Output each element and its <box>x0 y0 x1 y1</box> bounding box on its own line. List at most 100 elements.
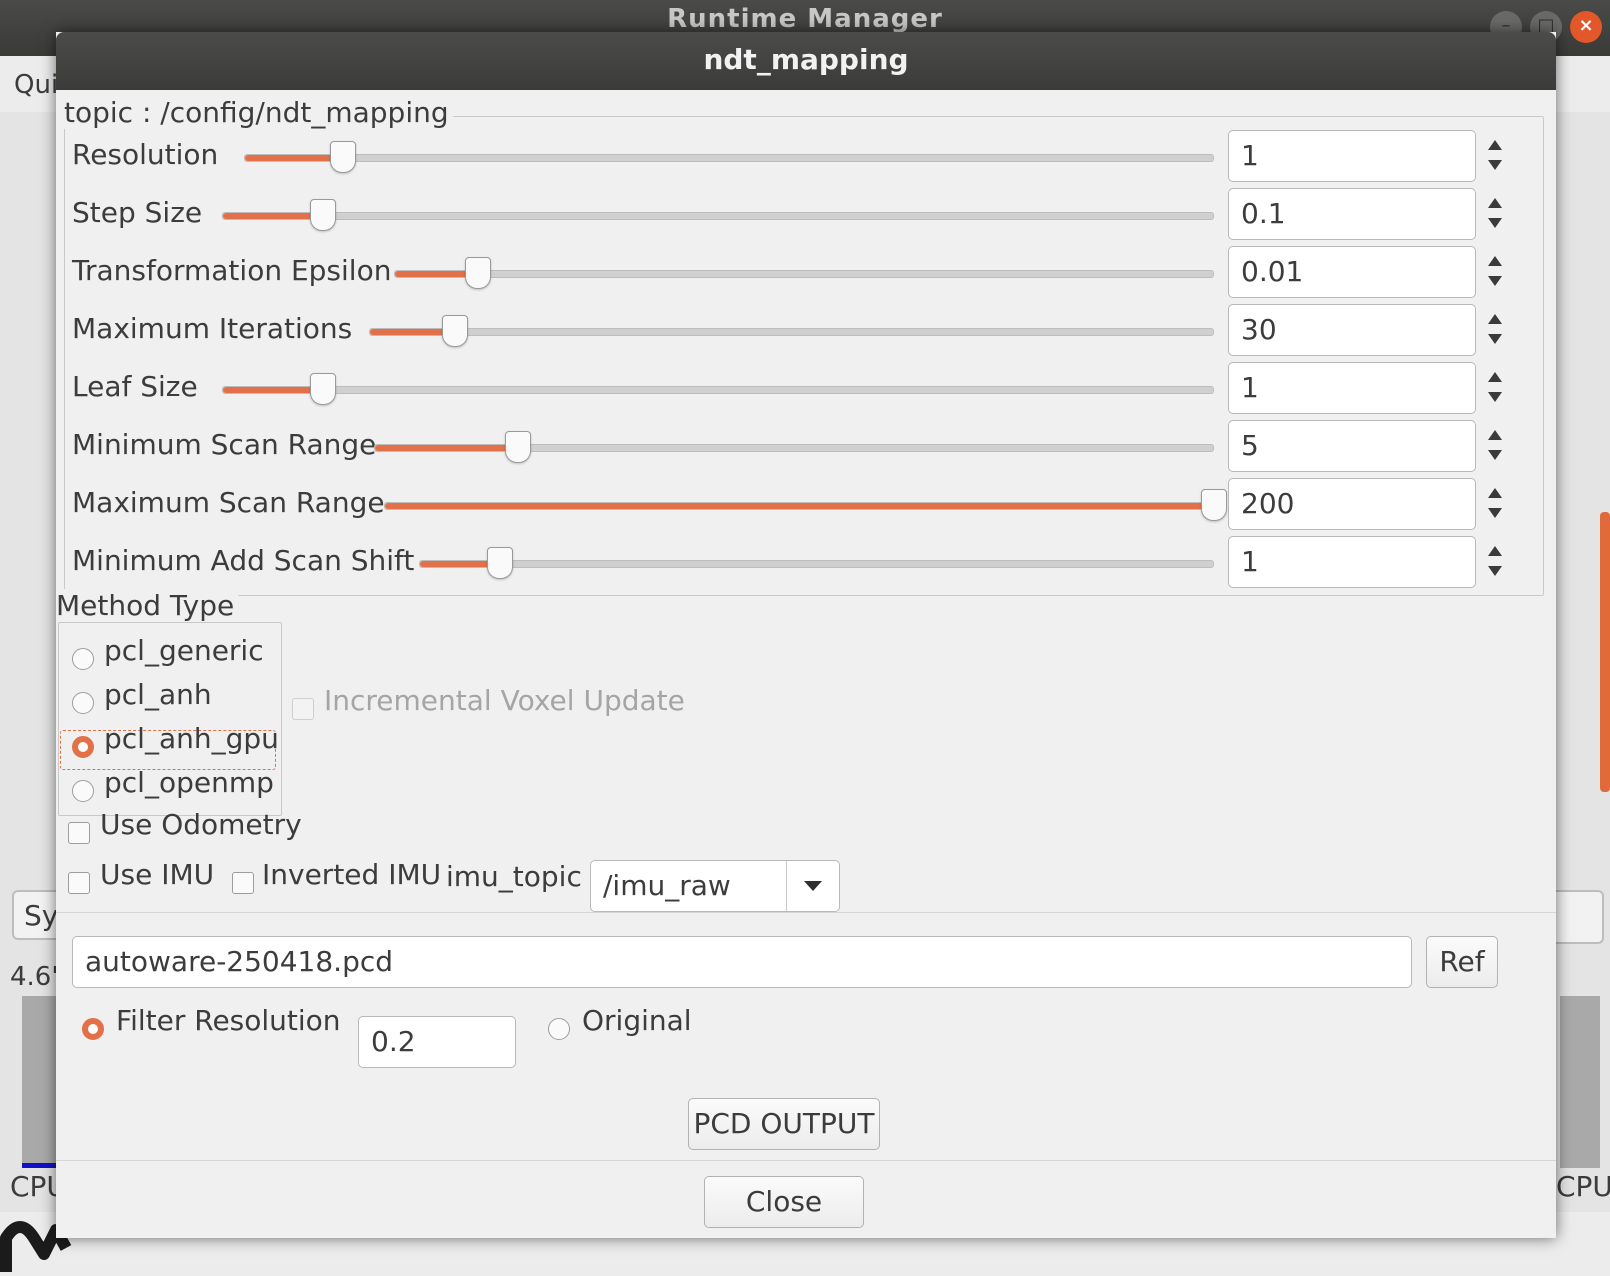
param-slider-handle[interactable] <box>464 257 491 289</box>
spin-down-icon[interactable] <box>1488 566 1502 576</box>
radio-original[interactable] <box>548 1018 570 1040</box>
spin-up-icon[interactable] <box>1488 256 1502 266</box>
param-slider-fill <box>385 503 1213 509</box>
param-label: Leaf Size <box>72 370 198 403</box>
imu-topic-combobox[interactable]: /imu_raw <box>590 860 840 912</box>
spin-down-icon[interactable] <box>1488 334 1502 344</box>
param-slider[interactable] <box>222 199 1214 231</box>
close-button[interactable]: Close <box>704 1176 864 1228</box>
param-value-input[interactable]: 200 <box>1228 478 1476 530</box>
pcd-file-input[interactable]: autoware-250418.pcd <box>72 936 1412 988</box>
param-value-input[interactable]: 0.01 <box>1228 246 1476 298</box>
param-slider[interactable] <box>384 489 1227 521</box>
spin-arrows-icon[interactable] <box>1486 308 1504 352</box>
spin-arrows-icon[interactable] <box>1486 250 1504 294</box>
separator <box>56 1160 1556 1161</box>
spin-down-icon[interactable] <box>1488 218 1502 228</box>
spin-arrows-icon[interactable] <box>1486 424 1504 468</box>
param-slider-fill <box>223 213 322 219</box>
chevron-down-icon[interactable] <box>786 861 839 911</box>
param-value-input[interactable]: 1 <box>1228 362 1476 414</box>
param-slider[interactable] <box>244 141 1214 173</box>
radio-pcl-anh[interactable] <box>72 692 94 714</box>
use-imu-checkbox[interactable] <box>68 872 90 894</box>
radio-pcl-generic[interactable] <box>72 648 94 670</box>
param-slider[interactable] <box>369 315 1214 347</box>
param-value-input[interactable]: 1 <box>1228 536 1476 588</box>
use-odometry-label: Use Odometry <box>100 808 302 841</box>
spin-up-icon[interactable] <box>1488 430 1502 440</box>
radio-pcl-generic-label: pcl_generic <box>104 634 264 667</box>
radio-pcl-anh-gpu[interactable] <box>72 736 94 758</box>
filter-resolution-label: Filter Resolution <box>116 1004 341 1037</box>
dialog-titlebar: ndt_mapping <box>56 32 1556 90</box>
use-odometry-checkbox[interactable] <box>68 822 90 844</box>
ref-button[interactable]: Ref <box>1426 936 1498 988</box>
close-icon[interactable]: × <box>1570 11 1602 43</box>
param-slider-handle[interactable] <box>505 431 532 463</box>
param-value-input[interactable]: 30 <box>1228 304 1476 356</box>
cpu-bar-left-fill <box>22 1163 58 1168</box>
pcd-output-button[interactable]: PCD OUTPUT <box>688 1098 880 1150</box>
spin-down-icon[interactable] <box>1488 508 1502 518</box>
radio-pcl-anh-gpu-label: pcl_anh_gpu <box>104 722 279 755</box>
method-type-label: Method Type <box>56 589 239 622</box>
param-slider-handle[interactable] <box>310 373 336 405</box>
param-slider-fill <box>245 155 342 161</box>
param-value-input[interactable]: 1 <box>1228 130 1476 182</box>
spin-up-icon[interactable] <box>1488 488 1502 498</box>
inverted-imu-label: Inverted IMU <box>262 858 442 891</box>
param-label: Maximum Scan Range <box>72 486 385 519</box>
param-label: Maximum Iterations <box>72 312 353 345</box>
spin-arrows-icon[interactable] <box>1486 482 1504 526</box>
param-value-input[interactable]: 0.1 <box>1228 188 1476 240</box>
background-scrollbar[interactable] <box>1600 512 1610 792</box>
spin-up-icon[interactable] <box>1488 140 1502 150</box>
param-slider[interactable] <box>222 373 1214 405</box>
spin-up-icon[interactable] <box>1488 372 1502 382</box>
imu-topic-label: imu_topic <box>446 860 582 893</box>
background-menu-item[interactable]: Qui <box>14 70 58 100</box>
spin-up-icon[interactable] <box>1488 198 1502 208</box>
radio-filter-resolution[interactable] <box>82 1018 104 1040</box>
spin-arrows-icon[interactable] <box>1486 366 1504 410</box>
incremental-voxel-checkbox[interactable] <box>292 698 314 720</box>
ndt-mapping-dialog: ndt_mapping topic : /config/ndt_mapping … <box>56 32 1556 1238</box>
param-slider-handle[interactable] <box>329 141 356 173</box>
param-slider[interactable] <box>374 431 1214 463</box>
incremental-voxel-label: Incremental Voxel Update <box>324 684 685 717</box>
separator <box>56 912 1556 913</box>
spin-down-icon[interactable] <box>1488 392 1502 402</box>
cpu-bar-right <box>1560 996 1600 1168</box>
use-imu-label: Use IMU <box>100 858 215 891</box>
param-value-input[interactable]: 5 <box>1228 420 1476 472</box>
param-slider-fill <box>375 445 518 451</box>
filter-resolution-input[interactable]: 0.2 <box>358 1016 516 1068</box>
spin-up-icon[interactable] <box>1488 546 1502 556</box>
param-slider-handle[interactable] <box>1201 489 1227 521</box>
param-slider-handle[interactable] <box>487 547 514 579</box>
param-slider[interactable] <box>394 257 1214 289</box>
param-slider-handle[interactable] <box>442 315 469 347</box>
spin-down-icon[interactable] <box>1488 276 1502 286</box>
radio-pcl-openmp-label: pcl_openmp <box>104 766 274 799</box>
param-label: Step Size <box>72 196 203 229</box>
param-slider-handle[interactable] <box>310 199 336 231</box>
param-label: Transformation Epsilon <box>72 254 392 287</box>
imu-topic-value: /imu_raw <box>603 869 731 902</box>
inverted-imu-checkbox[interactable] <box>232 872 254 894</box>
spin-down-icon[interactable] <box>1488 160 1502 170</box>
radio-pcl-openmp[interactable] <box>72 780 94 802</box>
spin-down-icon[interactable] <box>1488 450 1502 460</box>
spin-arrows-icon[interactable] <box>1486 134 1504 178</box>
cpu-label-right: CPU <box>1556 1170 1610 1203</box>
spin-up-icon[interactable] <box>1488 314 1502 324</box>
spin-arrows-icon[interactable] <box>1486 540 1504 584</box>
dialog-title: ndt_mapping <box>703 43 909 76</box>
topic-label: topic : /config/ndt_mapping <box>64 96 453 129</box>
param-slider[interactable] <box>419 547 1214 579</box>
param-label: Minimum Add Scan Shift <box>72 544 415 577</box>
radio-pcl-anh-label: pcl_anh <box>104 678 212 711</box>
spin-arrows-icon[interactable] <box>1486 192 1504 236</box>
param-label: Minimum Scan Range <box>72 428 377 461</box>
